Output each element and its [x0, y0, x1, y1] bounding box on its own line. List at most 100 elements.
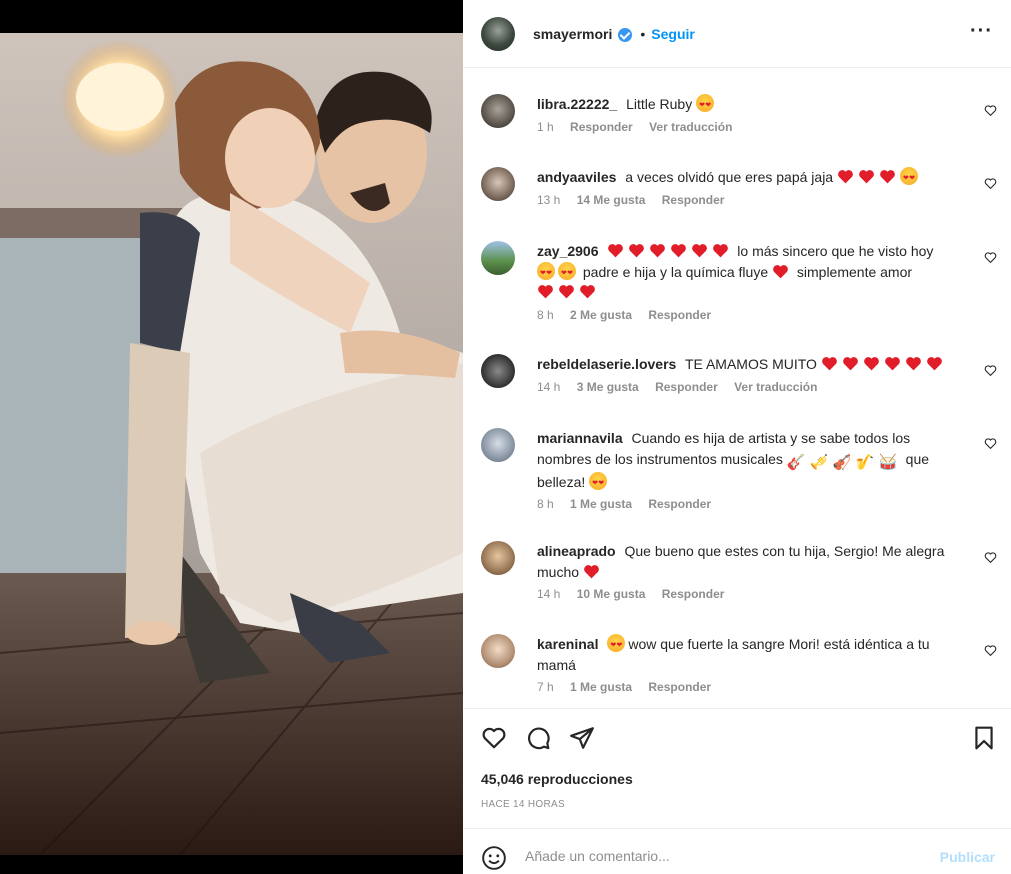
comment-text: mariannavila Cuando es hija de artista y…: [537, 428, 957, 494]
reply-button[interactable]: Responder: [655, 380, 718, 394]
violin-emoji-icon: 🎻: [832, 453, 852, 471]
commenter-username[interactable]: rebeldelaserie.lovers: [537, 356, 676, 372]
like-comment-heart-icon[interactable]: [984, 251, 997, 264]
heart-eyes-emoji-icon: [589, 471, 608, 494]
red-heart-emoji-icon: [926, 357, 942, 371]
verified-badge-icon: [618, 27, 633, 42]
comment-meta: 8 h 1 Me gusta Responder: [537, 497, 957, 511]
author-username[interactable]: smayermori: [533, 26, 612, 42]
comment-time: 14 h: [537, 587, 561, 601]
commenter-username[interactable]: mariannavila: [537, 430, 623, 446]
view-count[interactable]: 45,046 reproducciones: [481, 771, 633, 787]
comment-likes[interactable]: 1 Me gusta: [570, 497, 632, 511]
heart-eyes-emoji-icon: [899, 167, 918, 190]
video-frame[interactable]: [0, 33, 463, 855]
post-media[interactable]: [0, 0, 463, 874]
like-comment-heart-icon[interactable]: [984, 104, 997, 117]
bookmark-icon[interactable]: [971, 725, 997, 751]
comment-likes[interactable]: 3 Me gusta: [577, 380, 639, 394]
author-avatar[interactable]: [481, 16, 515, 51]
comment-icon[interactable]: [525, 725, 551, 751]
comment-time: 1 h: [537, 119, 554, 134]
saxophone-emoji-icon: 🎷: [855, 453, 875, 471]
emoji-icon[interactable]: [481, 845, 507, 871]
reply-button[interactable]: Responder: [648, 497, 711, 511]
comment-likes[interactable]: 14 Me gusta: [577, 193, 646, 207]
red-heart-emoji-icon: [880, 170, 895, 184]
comment-text: andyaaviles a veces olvidó que eres papá…: [537, 167, 957, 190]
comment-likes[interactable]: 2 Me gusta: [570, 308, 632, 322]
comment-item: mariannavila Cuando es hija de artista y…: [481, 428, 993, 511]
comment-item: andyaaviles a veces olvidó que eres papá…: [481, 167, 993, 207]
post-header: smayermori • Seguir ···: [463, 0, 1011, 68]
commenter-avatar[interactable]: [481, 167, 515, 201]
comment-item: alineaprado Que bueno que estes con tu h…: [481, 541, 993, 601]
comment-time: 8 h: [537, 497, 554, 511]
red-heart-emoji-icon: [559, 285, 574, 299]
red-heart-emoji-icon: [713, 244, 729, 258]
reply-button[interactable]: Responder: [570, 120, 633, 134]
commenter-username[interactable]: libra.22222_: [537, 96, 617, 112]
comment-body: Little Ruby: [626, 96, 693, 112]
like-comment-heart-icon[interactable]: [984, 437, 997, 450]
comment-body: padre e hija y la química fluye: [582, 263, 769, 280]
share-icon[interactable]: [569, 725, 595, 751]
commenter-username[interactable]: zay_2906: [537, 243, 599, 259]
comment-input[interactable]: [525, 843, 905, 869]
red-heart-emoji-icon: [905, 357, 921, 371]
comment-time: 13 h: [537, 192, 561, 207]
see-translation-button[interactable]: Ver traducción: [649, 120, 732, 134]
comment-likes[interactable]: 10 Me gusta: [577, 587, 646, 601]
like-comment-heart-icon[interactable]: [984, 551, 997, 564]
red-heart-emoji-icon: [650, 244, 666, 258]
heart-icon[interactable]: [481, 725, 507, 751]
commenter-username[interactable]: alineaprado: [537, 543, 616, 559]
comment-item: zay_2906 lo más sincero que he visto hoy…: [481, 241, 993, 322]
comment-text: libra.22222_ Little Ruby: [537, 94, 957, 117]
add-comment-bar: Publicar: [463, 828, 1011, 874]
red-heart-emoji-icon: [580, 285, 595, 299]
trumpet-emoji-icon: 🎺: [809, 453, 829, 471]
comment-time: 7 h: [537, 680, 554, 694]
commenter-username[interactable]: kareninal: [537, 636, 598, 652]
reply-button[interactable]: Responder: [662, 193, 725, 207]
heart-eyes-emoji-icon: [537, 261, 555, 284]
commenter-avatar[interactable]: [481, 541, 515, 575]
commenter-avatar[interactable]: [481, 241, 515, 275]
publish-button[interactable]: Publicar: [940, 849, 995, 865]
commenter-avatar[interactable]: [481, 428, 515, 462]
comment-time: 14 h: [537, 379, 561, 394]
reply-button[interactable]: Responder: [662, 587, 725, 601]
video-still-illustration: [0, 33, 463, 855]
red-heart-emoji-icon: [608, 244, 624, 258]
drum-emoji-icon: 🥁: [878, 453, 898, 471]
comment-text: kareninal wow que fuerte la sangre Mori!…: [537, 634, 957, 675]
commenter-avatar[interactable]: [481, 634, 515, 668]
commenter-username[interactable]: andyaaviles: [537, 169, 616, 185]
comment-meta: 14 h 3 Me gusta Responder Ver traducción: [537, 380, 957, 394]
red-heart-emoji-icon: [629, 244, 645, 258]
comment-meta: 1 h Responder Ver traducción: [537, 120, 957, 134]
reply-button[interactable]: Responder: [648, 680, 711, 694]
post-time[interactable]: HACE 14 HORAS: [481, 799, 565, 810]
like-comment-heart-icon[interactable]: [984, 644, 997, 657]
red-heart-emoji-icon: [773, 264, 788, 278]
like-comment-heart-icon[interactable]: [984, 364, 997, 377]
red-heart-emoji-icon: [838, 170, 853, 184]
follow-button[interactable]: Seguir: [651, 26, 695, 42]
post-side-panel: smayermori • Seguir ··· libra.22222_ Lit…: [463, 0, 1011, 874]
comment-body: lo más sincero que he visto hoy: [737, 243, 934, 259]
commenter-avatar[interactable]: [481, 354, 515, 388]
red-heart-emoji-icon: [884, 357, 900, 371]
like-comment-heart-icon[interactable]: [984, 177, 997, 190]
red-heart-emoji-icon: [584, 564, 599, 578]
see-translation-button[interactable]: Ver traducción: [734, 380, 817, 394]
guitar-emoji-icon: 🎸: [786, 453, 806, 471]
commenter-avatar[interactable]: [481, 94, 515, 128]
reply-button[interactable]: Responder: [648, 308, 711, 322]
heart-eyes-emoji-icon: [696, 94, 715, 117]
comments-list[interactable]: libra.22222_ Little Ruby 1 h Responder V…: [463, 68, 1011, 708]
comment-likes[interactable]: 1 Me gusta: [570, 680, 632, 694]
red-heart-emoji-icon: [671, 244, 687, 258]
more-options-icon[interactable]: ···: [970, 21, 993, 41]
